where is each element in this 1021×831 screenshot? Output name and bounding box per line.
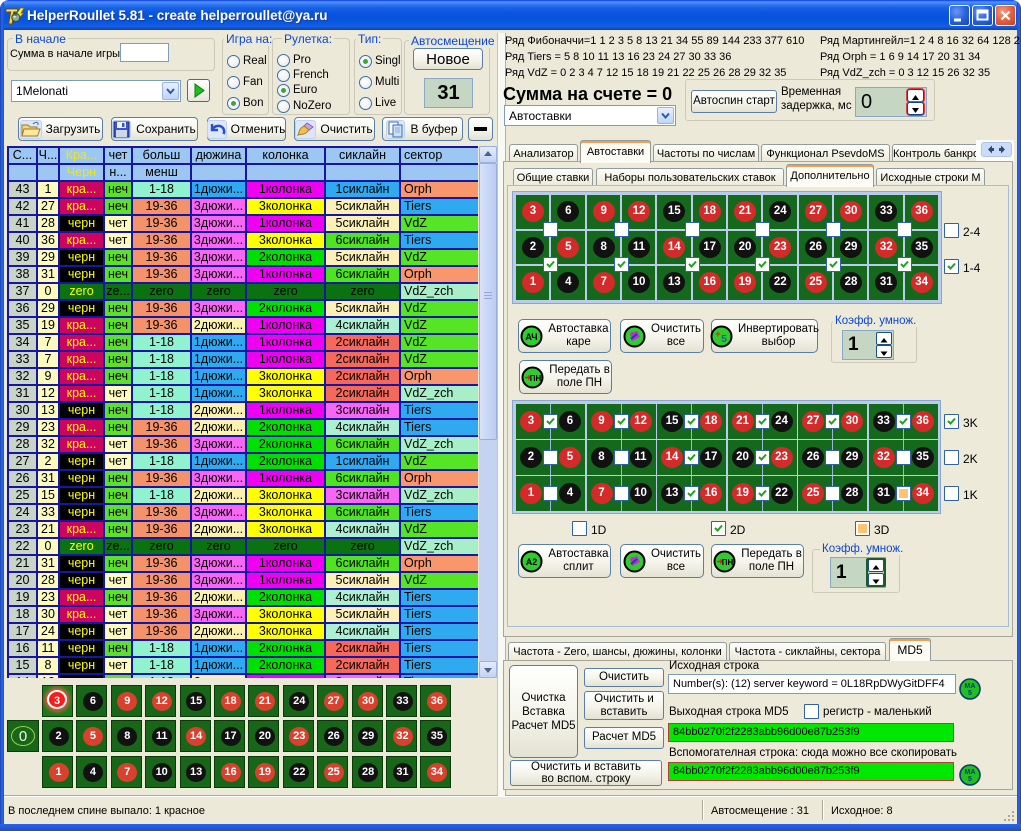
- svg-text:MA: MA: [965, 683, 976, 690]
- svg-text:+: +: [715, 329, 720, 339]
- svg-text:5: 5: [968, 776, 972, 783]
- svg-text:MA: MA: [965, 769, 976, 776]
- svg-text:ПН: ПН: [722, 558, 734, 567]
- svg-text:5: 5: [968, 690, 972, 697]
- svg-text:ПН: ПН: [530, 374, 542, 383]
- svg-text:АЧ: АЧ: [526, 332, 538, 342]
- svg-text:5: 5: [721, 334, 727, 345]
- svg-text:А2: А2: [526, 557, 538, 567]
